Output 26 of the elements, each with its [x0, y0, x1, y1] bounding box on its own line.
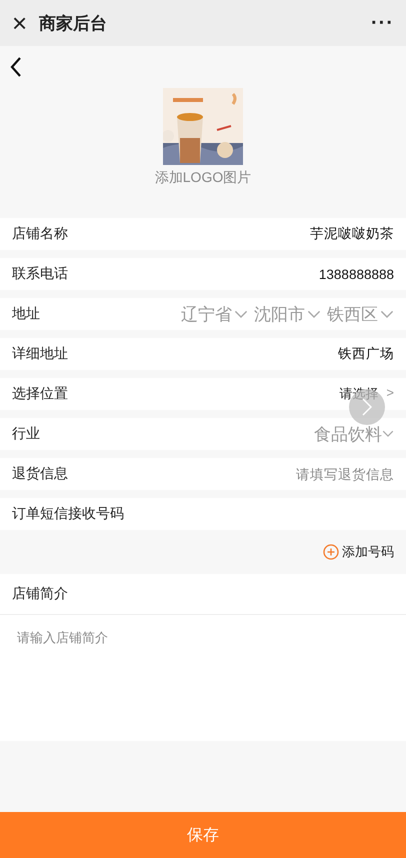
field-label: 选择位置	[12, 385, 68, 403]
field-label: 地址	[12, 305, 40, 323]
chevron-down-icon	[307, 310, 321, 318]
field-value[interactable]: 1388888888	[318, 266, 394, 282]
field-label: 店铺名称	[12, 225, 68, 243]
more-button[interactable]: ···	[371, 12, 394, 34]
plus-circle-icon	[323, 544, 339, 560]
field-label: 店铺简介	[12, 585, 68, 603]
input-field[interactable]: 请填写退货信息	[234, 466, 394, 482]
field-value[interactable]: 芋泥啵啵奶茶	[310, 225, 394, 243]
field-label: 联系电话	[12, 265, 68, 283]
chevron-down-icon	[382, 430, 394, 438]
page-title: 商家后台	[39, 12, 108, 34]
add-number-button[interactable]: 添加号码	[323, 543, 394, 561]
field-label: 行业	[12, 425, 40, 443]
field-label: 订单短信接收号码	[12, 505, 124, 523]
field-label: 详细地址	[12, 345, 68, 363]
back-icon[interactable]	[10, 57, 22, 77]
field-value[interactable]: 铁西广场	[338, 345, 394, 363]
chevron-down-icon	[380, 310, 394, 318]
intro-field[interactable]: 请输入店铺简介	[0, 615, 406, 741]
logo-caption: 添加LOGO图片	[154, 169, 252, 187]
chevron-down-icon	[234, 310, 248, 318]
field-label: 退货信息	[12, 465, 68, 483]
chevron-right-icon	[362, 398, 372, 416]
close-button[interactable]: ×	[12, 10, 28, 36]
